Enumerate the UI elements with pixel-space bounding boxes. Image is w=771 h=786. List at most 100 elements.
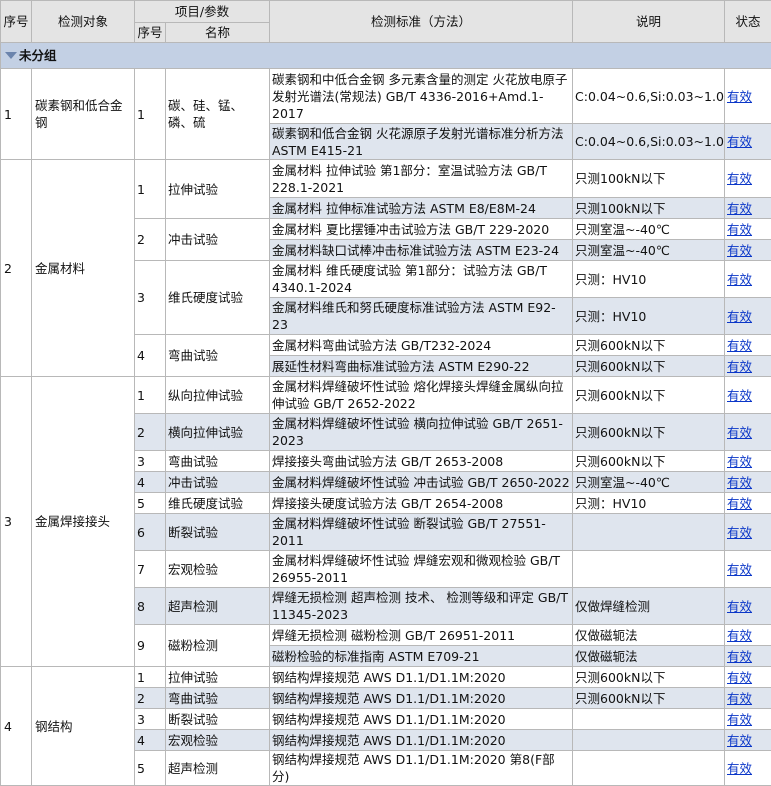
status-cell: 有效 xyxy=(725,451,771,472)
note-text: 只测100kN以下 xyxy=(573,160,725,198)
status-link[interactable]: 有效 xyxy=(727,733,752,748)
status-link[interactable]: 有效 xyxy=(727,89,752,104)
status-link[interactable]: 有效 xyxy=(727,222,752,237)
status-link[interactable]: 有效 xyxy=(727,649,752,664)
item-name: 超声检测 xyxy=(166,588,270,625)
status-link[interactable]: 有效 xyxy=(727,691,752,706)
note-text: 只测600kN以下 xyxy=(573,688,725,709)
group-row[interactable]: 未分组 xyxy=(1,43,771,69)
status-link[interactable]: 有效 xyxy=(727,670,752,685)
standard-text: 碳素钢和中低合金钢 多元素含量的测定 火花放电原子发射光谱法(常规法) GB/T… xyxy=(270,69,573,124)
status-link[interactable]: 有效 xyxy=(727,272,752,287)
status-cell: 有效 xyxy=(725,219,771,240)
status-link[interactable]: 有效 xyxy=(727,628,752,643)
status-link[interactable]: 有效 xyxy=(727,388,752,403)
category-name: 钢结构 xyxy=(32,667,135,786)
item-name: 维氏硬度试验 xyxy=(166,261,270,335)
note-text: 只测室温~-40℃ xyxy=(573,219,725,240)
table-row: 2金属材料1拉伸试验金属材料 拉伸试验 第1部分：室温试验方法 GB/T 228… xyxy=(1,160,771,198)
note-text: 仅做磁轭法 xyxy=(573,646,725,667)
status-cell: 有效 xyxy=(725,688,771,709)
item-name: 冲击试验 xyxy=(166,472,270,493)
note-text: 只测600kN以下 xyxy=(573,414,725,451)
item-name: 拉伸试验 xyxy=(166,160,270,219)
standard-text: 钢结构焊接规范 AWS D1.1/D1.1M:2020 xyxy=(270,667,573,688)
item-no: 6 xyxy=(135,514,166,551)
standard-text: 碳素钢和低合金钢 火花源原子发射光谱标准分析方法 ASTM E415-21 xyxy=(270,124,573,160)
status-link[interactable]: 有效 xyxy=(727,454,752,469)
standard-text: 金属材料焊缝破坏性试验 横向拉伸试验 GB/T 2651-2023 xyxy=(270,414,573,451)
note-text xyxy=(573,514,725,551)
item-no: 7 xyxy=(135,551,166,588)
status-link[interactable]: 有效 xyxy=(727,201,752,216)
item-name: 宏观检验 xyxy=(166,551,270,588)
item-name: 碳、硅、锰、磷、硫 xyxy=(166,69,270,160)
standard-text: 磁粉检验的标准指南 ASTM E709-21 xyxy=(270,646,573,667)
standard-text: 金属材料 维氏硬度试验 第1部分：试验方法 GB/T 4340.1-2024 xyxy=(270,261,573,298)
status-cell: 有效 xyxy=(725,298,771,335)
col-header-seq: 序号 xyxy=(1,1,32,43)
note-text: 只测：HV10 xyxy=(573,298,725,335)
note-text: 仅做焊缝检测 xyxy=(573,588,725,625)
status-cell: 有效 xyxy=(725,493,771,514)
category-no: 1 xyxy=(1,69,32,160)
standard-text: 金属材料焊缝破坏性试验 熔化焊接头焊缝金属纵向拉伸试验 GB/T 2652-20… xyxy=(270,377,573,414)
item-name: 超声检测 xyxy=(166,751,270,786)
standard-text: 焊缝无损检测 磁粉检测 GB/T 26951-2011 xyxy=(270,625,573,646)
col-header-standard: 检测标准（方法） xyxy=(270,1,573,43)
status-link[interactable]: 有效 xyxy=(727,171,752,186)
standard-text: 钢结构焊接规范 AWS D1.1/D1.1M:2020 xyxy=(270,688,573,709)
col-header-object: 检测对象 xyxy=(32,1,135,43)
status-cell: 有效 xyxy=(725,514,771,551)
standard-text: 金属材料焊缝破坏性试验 冲击试验 GB/T 2650-2022 xyxy=(270,472,573,493)
status-cell: 有效 xyxy=(725,625,771,646)
item-name: 磁粉检测 xyxy=(166,625,270,667)
status-cell: 有效 xyxy=(725,730,771,751)
standard-text: 金属材料焊缝破坏性试验 焊缝宏观和微观检验 GB/T 26955-2011 xyxy=(270,551,573,588)
status-link[interactable]: 有效 xyxy=(727,712,752,727)
status-link[interactable]: 有效 xyxy=(727,562,752,577)
status-link[interactable]: 有效 xyxy=(727,359,752,374)
status-cell: 有效 xyxy=(725,160,771,198)
note-text: 仅做磁轭法 xyxy=(573,625,725,646)
item-no: 2 xyxy=(135,219,166,261)
item-name: 弯曲试验 xyxy=(166,688,270,709)
col-header-status: 状态 xyxy=(725,1,771,43)
status-link[interactable]: 有效 xyxy=(727,134,752,149)
status-link[interactable]: 有效 xyxy=(727,496,752,511)
status-link[interactable]: 有效 xyxy=(727,525,752,540)
status-link[interactable]: 有效 xyxy=(727,425,752,440)
item-no: 3 xyxy=(135,709,166,730)
status-cell: 有效 xyxy=(725,472,771,493)
item-name: 断裂试验 xyxy=(166,709,270,730)
note-text: 只测：HV10 xyxy=(573,493,725,514)
status-cell: 有效 xyxy=(725,588,771,625)
group-header[interactable]: 未分组 xyxy=(1,43,771,69)
note-text: 只测100kN以下 xyxy=(573,198,725,219)
status-link[interactable]: 有效 xyxy=(727,761,752,776)
status-link[interactable]: 有效 xyxy=(727,599,752,614)
item-name: 维氏硬度试验 xyxy=(166,493,270,514)
status-cell: 有效 xyxy=(725,377,771,414)
note-text: 只测室温~-40℃ xyxy=(573,240,725,261)
note-text: 只测600kN以下 xyxy=(573,667,725,688)
status-cell: 有效 xyxy=(725,356,771,377)
status-link[interactable]: 有效 xyxy=(727,475,752,490)
standard-text: 金属材料 拉伸标准试验方法 ASTM E8/E8M-24 xyxy=(270,198,573,219)
category-name: 金属焊接接头 xyxy=(32,377,135,667)
standard-text: 展延性材料弯曲标准试验方法 ASTM E290-22 xyxy=(270,356,573,377)
status-link[interactable]: 有效 xyxy=(727,309,752,324)
item-no: 5 xyxy=(135,751,166,786)
standard-text: 钢结构焊接规范 AWS D1.1/D1.1M:2020 第8(F部分) xyxy=(270,751,573,786)
collapse-triangle-icon[interactable] xyxy=(5,52,17,59)
standards-table: 序号 检测对象 项目/参数 检测标准（方法） 说明 状态 序号 名称 未分组 1… xyxy=(0,0,771,786)
note-text xyxy=(573,751,725,786)
status-link[interactable]: 有效 xyxy=(727,338,752,353)
note-text xyxy=(573,730,725,751)
group-label: 未分组 xyxy=(19,48,57,63)
note-text: 只测室温~-40℃ xyxy=(573,472,725,493)
table-row: 3金属焊接接头1纵向拉伸试验金属材料焊缝破坏性试验 熔化焊接头焊缝金属纵向拉伸试… xyxy=(1,377,771,414)
status-link[interactable]: 有效 xyxy=(727,243,752,258)
table-row: 4钢结构1拉伸试验钢结构焊接规范 AWS D1.1/D1.1M:2020只测60… xyxy=(1,667,771,688)
status-cell: 有效 xyxy=(725,240,771,261)
